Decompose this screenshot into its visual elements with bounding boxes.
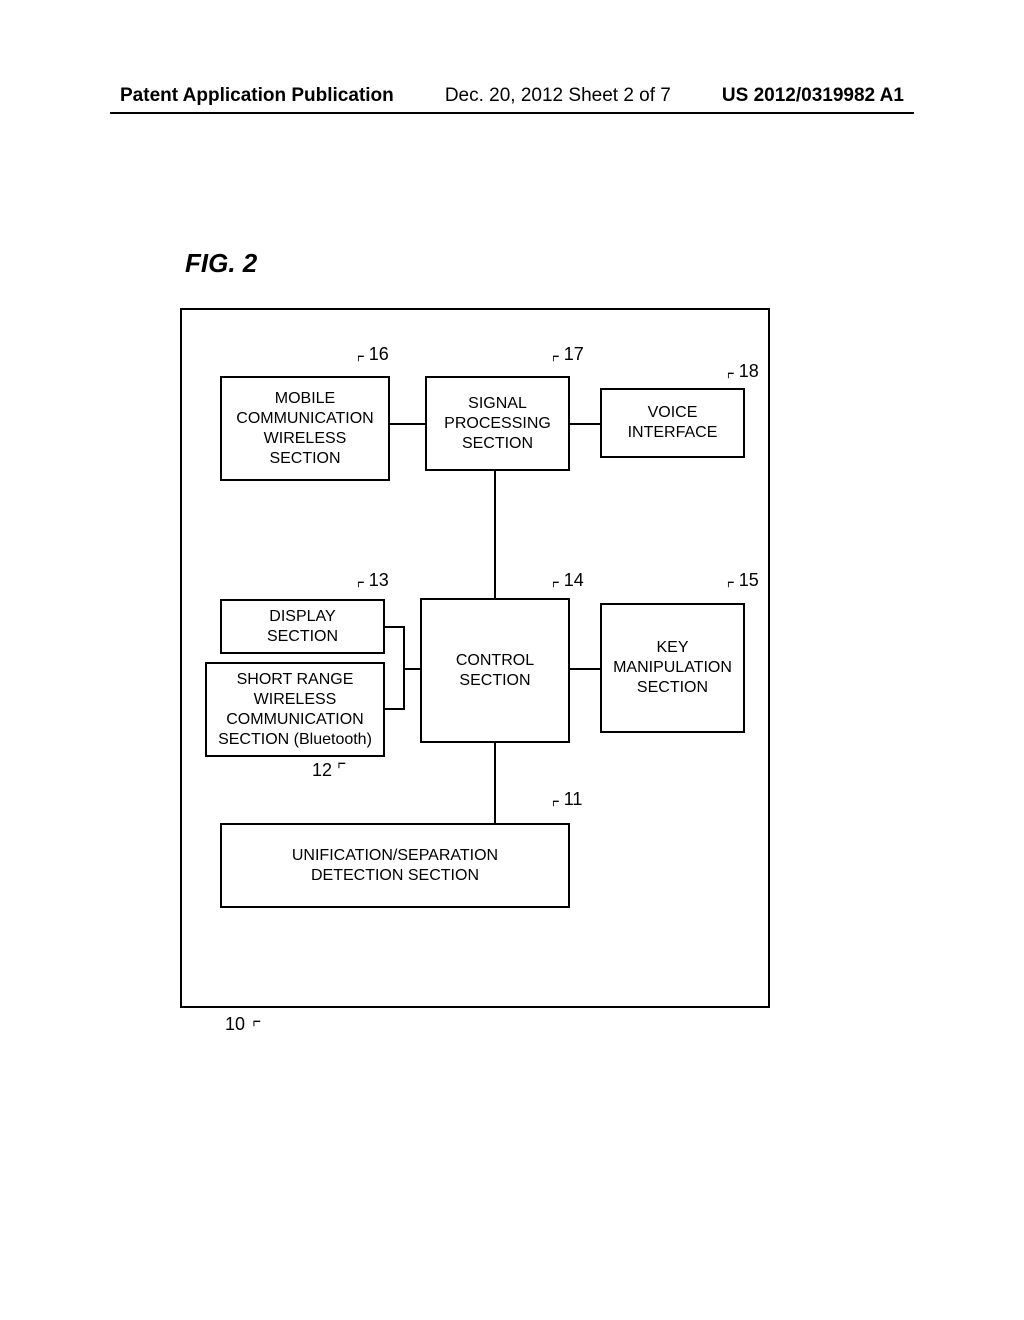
ref-10: 10⌐ xyxy=(225,1013,263,1036)
block-text: DISPLAY SECTION xyxy=(267,607,338,647)
ref-16: ⌐16 xyxy=(355,343,389,366)
block-display-section: DISPLAY SECTION xyxy=(220,599,385,654)
block-unification-separation: UNIFICATION/SEPARATION DETECTION SECTION xyxy=(220,823,570,908)
block-voice-interface: VOICE INTERFACE xyxy=(600,388,745,458)
connector xyxy=(570,668,600,670)
figure-label: FIG. 2 xyxy=(185,248,257,279)
ref-12: 12⌐ xyxy=(312,759,344,782)
ref-17: ⌐17 xyxy=(550,343,584,366)
block-text: SHORT RANGE WIRELESS COMMUNICATION SECTI… xyxy=(218,670,372,750)
leader-hook-icon: ⌐ xyxy=(552,791,559,814)
block-signal-processing: SIGNAL PROCESSING SECTION xyxy=(425,376,570,471)
block-short-range-wireless: SHORT RANGE WIRELESS COMMUNICATION SECTI… xyxy=(205,662,385,757)
ref-13: ⌐13 xyxy=(355,569,389,592)
leader-hook-icon: ⌐ xyxy=(357,572,364,595)
block-key-manipulation: KEY MANIPULATION SECTION xyxy=(600,603,745,733)
ref-11: ⌐11 xyxy=(550,788,582,811)
block-text: KEY MANIPULATION SECTION xyxy=(613,638,732,698)
leader-hook-icon: ⌐ xyxy=(253,1011,261,1034)
block-control-section: CONTROL SECTION xyxy=(420,598,570,743)
header-rule xyxy=(110,112,914,114)
connector xyxy=(494,471,496,598)
page-header: Patent Application Publication Dec. 20, … xyxy=(0,85,1024,107)
block-text: SIGNAL PROCESSING SECTION xyxy=(444,394,551,454)
header-date-sheet: Dec. 20, 2012 Sheet 2 of 7 xyxy=(445,85,671,107)
leader-hook-icon: ⌐ xyxy=(338,753,346,776)
leader-hook-icon: ⌐ xyxy=(727,572,734,595)
block-text: MOBILE COMMUNICATION WIRELESS SECTION xyxy=(236,389,373,469)
connector xyxy=(494,743,496,823)
block-text: UNIFICATION/SEPARATION DETECTION SECTION xyxy=(292,846,498,886)
ref-14: ⌐14 xyxy=(550,569,584,592)
connector xyxy=(385,708,403,710)
leader-hook-icon: ⌐ xyxy=(357,346,364,369)
block-mobile-communication: MOBILE COMMUNICATION WIRELESS SECTION xyxy=(220,376,390,481)
block-text: VOICE INTERFACE xyxy=(628,403,718,443)
block-diagram: MOBILE COMMUNICATION WIRELESS SECTION ⌐1… xyxy=(180,308,770,1008)
leader-hook-icon: ⌐ xyxy=(552,346,559,369)
ref-18: ⌐18 xyxy=(725,360,759,383)
header-publication: Patent Application Publication xyxy=(120,85,394,107)
header-docnumber: US 2012/0319982 A1 xyxy=(722,85,904,107)
connector xyxy=(570,423,600,425)
block-text: CONTROL SECTION xyxy=(456,651,534,691)
connector xyxy=(403,668,420,670)
page: Patent Application Publication Dec. 20, … xyxy=(0,0,1024,1320)
connector xyxy=(390,423,425,425)
connector xyxy=(385,626,403,628)
ref-15: ⌐15 xyxy=(725,569,759,592)
leader-hook-icon: ⌐ xyxy=(727,363,734,386)
leader-hook-icon: ⌐ xyxy=(552,572,559,595)
